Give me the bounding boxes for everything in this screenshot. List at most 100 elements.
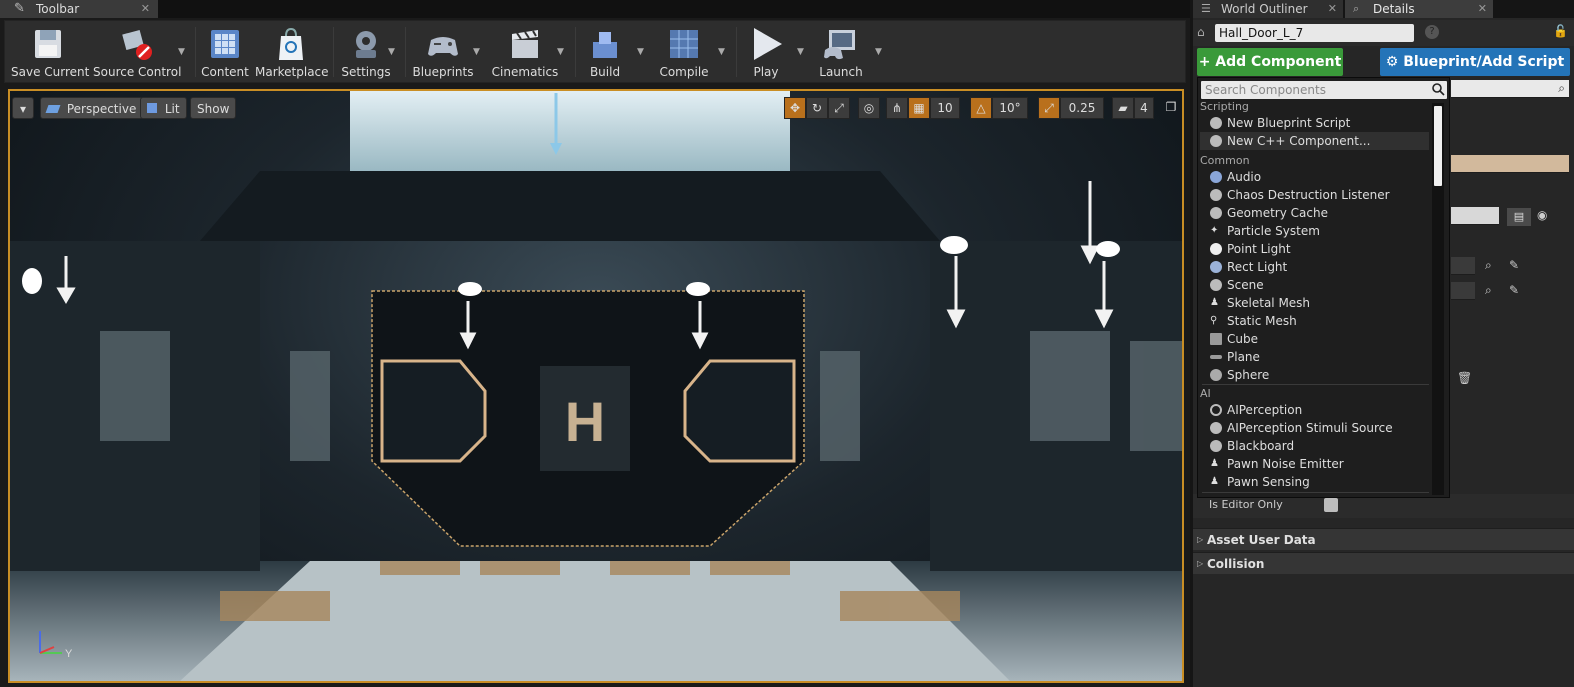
audio-item[interactable]: Audio (1200, 168, 1429, 186)
component-icon (1210, 207, 1222, 219)
surface-snap-icon[interactable]: ⋔ (886, 97, 908, 119)
help-icon[interactable]: ? (1425, 25, 1439, 39)
property-dropdown[interactable] (1451, 282, 1475, 300)
pawn-sensing-item[interactable]: ♟ Pawn Sensing (1200, 473, 1429, 491)
compile-cubes-icon (670, 30, 698, 58)
browse-icon[interactable]: ⌕ (1485, 283, 1492, 298)
cinematics-button[interactable]: Cinematics (489, 23, 561, 81)
rect-light-item[interactable]: Rect Light (1200, 258, 1429, 276)
property-dropdown[interactable] (1451, 257, 1475, 275)
content-grid-icon (211, 30, 239, 58)
scene-item[interactable]: Scene (1200, 276, 1429, 294)
blackboard-item[interactable]: Blackboard (1200, 437, 1429, 455)
lit-button[interactable]: Lit (140, 97, 187, 119)
blueprints-button[interactable]: Blueprints (410, 23, 476, 81)
blueprint-add-script-button[interactable]: ⚙ Blueprint/Add Script (1380, 48, 1570, 76)
launch-icon (824, 30, 855, 60)
scale-snap-value[interactable]: 0.25 (1060, 97, 1104, 119)
is-editor-only-label: Is Editor Only (1209, 498, 1283, 511)
play-button[interactable]: Play (741, 23, 791, 81)
close-icon[interactable]: ✕ (141, 0, 150, 18)
chevron-down-icon[interactable]: ▼ (718, 47, 728, 57)
browse-icon[interactable]: ⌕ (1485, 258, 1492, 273)
add-component-button[interactable]: + Add Component ▾ (1197, 48, 1343, 98)
plane-item[interactable]: Plane (1200, 348, 1429, 366)
search-components-input[interactable]: Search Components (1201, 81, 1447, 99)
chevron-down-icon[interactable]: ▼ (178, 47, 188, 57)
item-label: Blackboard (1227, 439, 1295, 453)
eye-icon[interactable]: ◉ (1537, 208, 1547, 222)
chevron-down-icon[interactable]: ▼ (797, 47, 807, 57)
new-cpp-component-item[interactable]: New C++ Component... (1200, 132, 1429, 150)
grid-snap-value[interactable]: 10 (930, 97, 960, 119)
build-button[interactable]: Build (581, 23, 629, 81)
world-space-icon[interactable]: ◎ (858, 97, 880, 119)
maximize-icon[interactable]: ❐ (1162, 97, 1180, 119)
chevron-down-icon[interactable]: ▼ (875, 47, 885, 57)
pawn-noise-emitter-item[interactable]: ♟ Pawn Noise Emitter (1200, 455, 1429, 473)
source-control-button[interactable]: Source Control (93, 23, 181, 81)
static-mesh-item[interactable]: ⚲ Static Mesh (1200, 312, 1429, 330)
aiperception-item[interactable]: AIPerception (1200, 401, 1429, 419)
eyedropper-icon[interactable]: ✎ (1509, 258, 1519, 272)
particle-system-item[interactable]: ✦ Particle System (1200, 222, 1429, 240)
selected-component-row[interactable] (1451, 155, 1569, 173)
new-blueprint-script-component-item[interactable]: New Blueprint Script Component... (1200, 114, 1429, 148)
camera-speed-icon[interactable]: ▰ (1112, 97, 1134, 119)
settings-button[interactable]: Settings (339, 23, 393, 81)
category-collision[interactable]: ▷ Collision (1193, 552, 1574, 574)
grid-snap-icon[interactable]: ▦ (908, 97, 930, 119)
scene-icon (1210, 279, 1222, 291)
point-light-item[interactable]: Point Light (1200, 240, 1429, 258)
item-label: Chaos Destruction Listener (1227, 188, 1390, 202)
dropdown-scrollbar[interactable] (1432, 103, 1444, 495)
trash-icon[interactable]: 🗑 (1457, 371, 1472, 385)
item-label: Geometry Cache (1227, 206, 1328, 220)
translate-tool-icon[interactable]: ✥ (784, 97, 806, 119)
sphere-item[interactable]: Sphere (1200, 366, 1429, 384)
geometry-cache-item[interactable]: Geometry Cache (1200, 204, 1429, 222)
rotation-snap-value[interactable]: 10° (992, 97, 1028, 119)
lock-icon[interactable]: 🔓 (1553, 24, 1568, 38)
chaos-destruction-listener-item[interactable]: Chaos Destruction Listener (1200, 186, 1429, 204)
component-icon (1210, 189, 1222, 201)
aiperception-stimuli-source-item[interactable]: AIPerception Stimuli Source (1200, 419, 1429, 437)
item-label: AIPerception (1227, 403, 1303, 417)
plane-icon (1210, 355, 1222, 359)
content-button[interactable]: Content (200, 23, 250, 81)
chevron-down-icon[interactable]: ▼ (637, 47, 647, 57)
scrollbar-thumb[interactable] (1434, 106, 1442, 186)
compile-button[interactable]: Compile (653, 23, 715, 81)
close-icon[interactable]: ✕ (1328, 0, 1337, 18)
scale-snap-icon[interactable]: ⤢ (1038, 97, 1060, 119)
close-icon[interactable]: ✕ (1478, 0, 1487, 18)
skeletal-mesh-item[interactable]: ♟ Skeletal Mesh (1200, 294, 1429, 312)
tab-details[interactable]: ⌕ Details ✕ (1345, 0, 1493, 18)
show-button[interactable]: Show (190, 97, 237, 119)
component-search-input[interactable]: ⌕ (1451, 80, 1569, 98)
grid-view-icon[interactable]: ▤ (1507, 208, 1531, 226)
rotation-snap-icon[interactable]: △ (970, 97, 992, 119)
category-asset-user-data[interactable]: ▷ Asset User Data (1193, 528, 1574, 550)
is-editor-only-checkbox[interactable] (1324, 498, 1338, 512)
item-label: Point Light (1227, 242, 1291, 256)
level-viewport[interactable]: H Y ▾ Perspective Lit Show ✥ ↻ ⤢ ◎ ⋔ ▦ 1… (8, 89, 1184, 683)
viewport-menu-button[interactable]: ▾ (12, 97, 34, 119)
chevron-down-icon[interactable]: ▼ (388, 47, 398, 57)
camera-speed-value[interactable]: 4 (1134, 97, 1154, 119)
chevron-down-icon[interactable]: ▼ (473, 47, 483, 57)
details-search-input[interactable] (1451, 207, 1499, 225)
scale-tool-icon[interactable]: ⤢ (828, 97, 850, 119)
eyedropper-icon[interactable]: ✎ (1509, 283, 1519, 297)
tab-toolbar[interactable]: ✎ Toolbar ✕ (0, 0, 158, 18)
save-current-button[interactable]: Save Current (11, 23, 89, 81)
perspective-button[interactable]: Perspective (40, 97, 144, 119)
marketplace-button[interactable]: Marketplace (255, 23, 329, 81)
actor-name-field[interactable]: Hall_Door_L_7 (1215, 24, 1414, 42)
cube-item[interactable]: Cube (1200, 330, 1429, 348)
chevron-down-icon[interactable]: ▼ (557, 47, 567, 57)
tab-world-outliner[interactable]: ☰ World Outliner ✕ (1193, 0, 1343, 18)
rotate-tool-icon[interactable]: ↻ (806, 97, 828, 119)
build-label: Build (589, 65, 621, 79)
launch-button[interactable]: Launch (813, 23, 869, 81)
